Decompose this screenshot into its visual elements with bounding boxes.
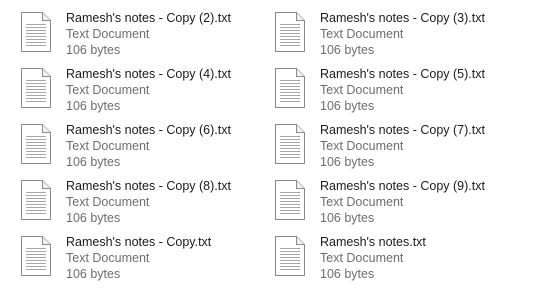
file-name: Ramesh's notes - Copy (4).txt bbox=[66, 67, 231, 81]
file-name: Ramesh's notes - Copy.txt bbox=[66, 235, 212, 249]
file-item[interactable]: Ramesh's notes - Copy (5).txt Text Docum… bbox=[254, 56, 504, 113]
text-document-icon bbox=[21, 12, 51, 52]
file-name: Ramesh's notes - Copy (8).txt bbox=[66, 179, 231, 193]
file-name: Ramesh's notes - Copy (5).txt bbox=[320, 67, 485, 81]
file-grid: Ramesh's notes - Copy (2).txt Text Docum… bbox=[0, 0, 548, 297]
file-item[interactable]: Ramesh's notes - Copy (4).txt Text Docum… bbox=[0, 56, 250, 113]
file-item[interactable]: Ramesh's notes - Copy (3).txt Text Docum… bbox=[254, 0, 504, 57]
file-name: Ramesh's notes.txt bbox=[320, 235, 426, 249]
text-document-icon bbox=[275, 12, 305, 52]
file-type: Text Document bbox=[66, 83, 150, 97]
file-item[interactable]: Ramesh's notes - Copy (6).txt Text Docum… bbox=[0, 112, 250, 169]
file-type: Text Document bbox=[66, 139, 150, 153]
text-document-icon bbox=[21, 68, 51, 108]
file-item[interactable]: Ramesh's notes - Copy (9).txt Text Docum… bbox=[254, 168, 504, 225]
text-document-icon bbox=[21, 236, 51, 276]
file-name: Ramesh's notes - Copy (7).txt bbox=[320, 123, 485, 137]
file-name: Ramesh's notes - Copy (3).txt bbox=[320, 11, 485, 25]
file-type: Text Document bbox=[320, 139, 404, 153]
file-name: Ramesh's notes - Copy (9).txt bbox=[320, 179, 485, 193]
text-document-icon bbox=[275, 180, 305, 220]
file-type: Text Document bbox=[66, 251, 150, 265]
file-type: Text Document bbox=[320, 195, 404, 209]
file-size: 106 bytes bbox=[320, 267, 375, 281]
text-document-icon bbox=[275, 68, 305, 108]
file-item[interactable]: Ramesh's notes - Copy (7).txt Text Docum… bbox=[254, 112, 504, 169]
file-type: Text Document bbox=[320, 27, 404, 41]
file-type: Text Document bbox=[320, 83, 404, 97]
file-item[interactable]: Ramesh's notes - Copy (8).txt Text Docum… bbox=[0, 168, 250, 225]
text-document-icon bbox=[21, 124, 51, 164]
file-type: Text Document bbox=[66, 27, 150, 41]
file-item[interactable]: Ramesh's notes - Copy (2).txt Text Docum… bbox=[0, 0, 250, 57]
text-document-icon bbox=[275, 236, 305, 276]
text-document-icon bbox=[21, 180, 51, 220]
file-name: Ramesh's notes - Copy (2).txt bbox=[66, 11, 231, 25]
text-document-icon bbox=[275, 124, 305, 164]
file-item[interactable]: Ramesh's notes.txt Text Document 106 byt… bbox=[254, 224, 504, 281]
file-item[interactable]: Ramesh's notes - Copy.txt Text Document … bbox=[0, 224, 250, 281]
file-size: 106 bytes bbox=[66, 267, 121, 281]
file-name: Ramesh's notes - Copy (6).txt bbox=[66, 123, 231, 137]
file-type: Text Document bbox=[320, 251, 404, 265]
file-type: Text Document bbox=[66, 195, 150, 209]
